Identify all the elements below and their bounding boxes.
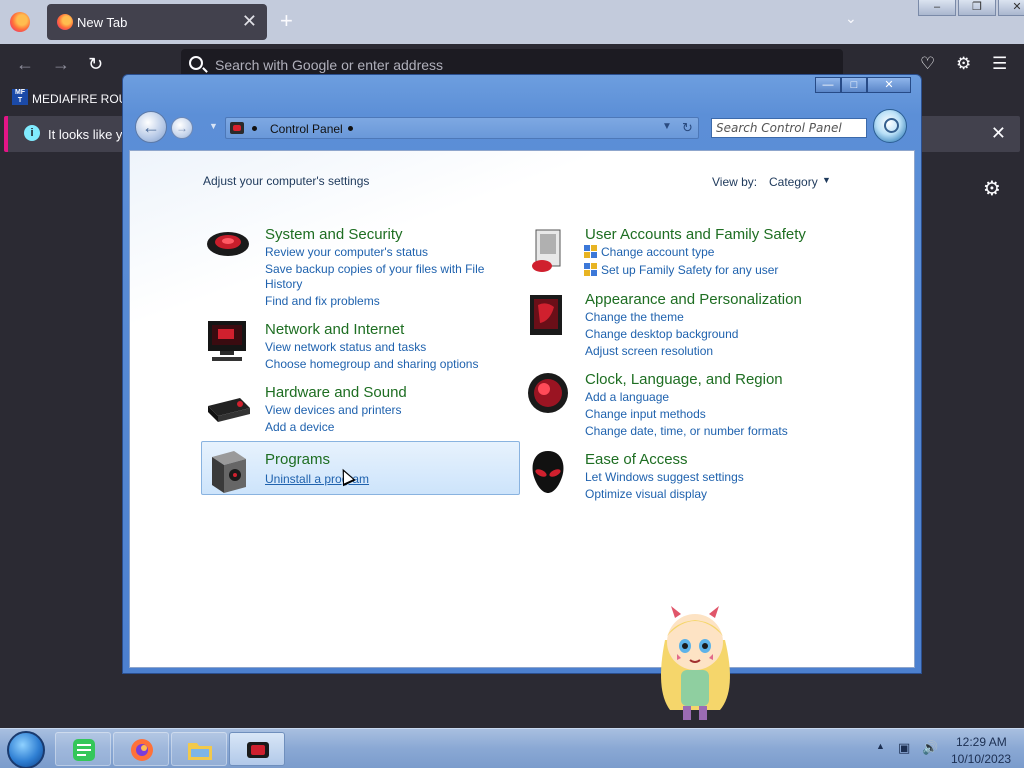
link-optimize-display[interactable]: Optimize visual display (585, 487, 707, 501)
system-security-icon (207, 232, 249, 256)
link-review-status[interactable]: Review your computer's status (265, 245, 428, 259)
category-title[interactable]: Appearance and Personalization (585, 291, 802, 308)
taskbar-firefox[interactable] (113, 732, 169, 766)
category-title[interactable]: Programs (265, 451, 330, 468)
menu-icon[interactable]: ☰ (992, 54, 1007, 74)
appearance-icon (530, 295, 562, 335)
cartoon-character-icon (661, 606, 730, 720)
folder-icon (188, 743, 212, 760)
notes-icon (73, 739, 95, 761)
taskbar-file-explorer[interactable] (171, 732, 227, 766)
search-icon (189, 56, 203, 70)
link-file-history[interactable]: History (265, 277, 302, 291)
user-accounts-icon (532, 229, 561, 272)
maximize-button[interactable]: □ (841, 77, 867, 93)
network-icon (208, 321, 246, 361)
window-controls: — □ ✕ (815, 77, 911, 93)
programs-icon (212, 451, 246, 493)
minimize-button[interactable]: — (815, 77, 841, 93)
reload-icon[interactable]: ↻ (88, 54, 103, 75)
link-windows-suggest[interactable]: Let Windows suggest settings (585, 470, 744, 484)
browser-tab-bar: New Tab ✕ + ⌄ – ❐ ✕ (0, 0, 1024, 44)
bookmark-mediafire[interactable]: MEDIAFIRE ROUL (32, 92, 134, 106)
link-save-backup[interactable]: Save backup copies of your files with Fi… (265, 262, 484, 276)
refresh-icon[interactable]: ↻ (682, 120, 693, 136)
category-title[interactable]: Hardware and Sound (265, 384, 407, 401)
url-placeholder: Search with Google or enter address (215, 57, 444, 73)
control-panel-content: Adjust your computer's settings View by:… (129, 150, 915, 668)
link-screen-resolution[interactable]: Adjust screen resolution (585, 344, 713, 358)
clock-date[interactable]: 10/10/2023 (951, 752, 1011, 766)
search-button[interactable] (873, 109, 907, 143)
info-icon: i (24, 125, 40, 141)
maximize-button[interactable]: ❐ (958, 0, 996, 16)
link-network-status[interactable]: View network status and tasks (265, 340, 426, 354)
address-bar[interactable]: Control Panel ▼ ↻ (225, 117, 699, 139)
back-arrow-icon[interactable]: ← (16, 54, 34, 75)
pocket-icon[interactable]: ♡ (920, 54, 935, 74)
taskbar-control-panel[interactable] (229, 732, 285, 766)
forward-arrow-icon[interactable]: → (52, 54, 70, 75)
link-find-fix[interactable]: Find and fix problems (265, 294, 380, 308)
extensions-icon[interactable]: ⚙ (956, 54, 971, 74)
tab-new-tab[interactable]: New Tab ✕ (47, 4, 267, 40)
settings-gear-icon[interactable]: ⚙ (983, 176, 1001, 201)
close-button[interactable]: ✕ (867, 77, 911, 93)
firefox-tab-icon (57, 14, 73, 30)
start-button[interactable] (7, 731, 45, 768)
category-title[interactable]: Network and Internet (265, 321, 404, 338)
link-change-account-type[interactable]: Change account type (601, 245, 714, 259)
control-panel-icon (230, 122, 244, 134)
search-input[interactable]: Search Control Panel (711, 118, 867, 138)
browser-window-controls: – ❐ ✕ (918, 0, 1024, 18)
hardware-icon (208, 398, 250, 422)
chevron-down-icon[interactable]: ▼ (822, 175, 831, 185)
page-heading: Adjust your computer's settings (203, 174, 370, 188)
link-family-safety[interactable]: Set up Family Safety for any user (601, 263, 778, 277)
link-date-time-formats[interactable]: Change date, time, or number formats (585, 424, 788, 438)
control-panel-window: — □ ✕ ← → ▼ Control Panel ▼ ↻ Search Con… (122, 74, 922, 674)
link-input-methods[interactable]: Change input methods (585, 407, 706, 421)
link-add-device[interactable]: Add a device (265, 420, 334, 434)
forward-button[interactable]: → (171, 117, 193, 139)
clock-globe-icon (528, 373, 568, 413)
link-add-language[interactable]: Add a language (585, 390, 669, 404)
breadcrumb-separator-icon[interactable] (252, 126, 257, 131)
clock-time[interactable]: 12:29 AM (956, 735, 1007, 749)
firefox-logo-icon (10, 12, 30, 32)
ease-of-access-icon (532, 451, 564, 493)
tab-title: New Tab (77, 15, 128, 30)
link-homegroup[interactable]: Choose homegroup and sharing options (265, 357, 478, 371)
minimize-button[interactable]: – (918, 0, 956, 16)
uac-shield-icon (584, 263, 598, 277)
view-by-label: View by: (712, 175, 758, 189)
volume-icon[interactable]: 🔊 (922, 740, 938, 756)
tab-close-button[interactable]: ✕ (242, 11, 257, 32)
close-button[interactable]: ✕ (998, 0, 1024, 16)
show-hidden-icons-icon[interactable]: ▲ (876, 741, 885, 751)
link-desktop-background[interactable]: Change desktop background (585, 327, 738, 341)
taskbar: ▲ ▣ 🔊 12:29 AM 10/10/2023 (0, 728, 1024, 768)
history-dropdown-icon[interactable]: ▼ (209, 121, 218, 131)
back-button[interactable]: ← (135, 111, 167, 143)
bookmark-favicon: MF T (12, 89, 28, 105)
category-title[interactable]: Ease of Access (585, 451, 688, 468)
taskbar-notes-app[interactable] (55, 732, 111, 766)
list-tabs-chevron-icon[interactable]: ⌄ (845, 10, 857, 27)
breadcrumb-separator-icon[interactable] (348, 126, 353, 131)
notification-close-button[interactable]: ✕ (991, 123, 1006, 144)
control-panel-icon (247, 742, 269, 758)
network-tray-icon[interactable]: ▣ (898, 740, 910, 756)
category-title[interactable]: System and Security (265, 226, 403, 243)
link-devices-printers[interactable]: View devices and printers (265, 403, 402, 417)
firefox-icon (131, 739, 153, 761)
new-tab-button[interactable]: + (280, 8, 293, 34)
address-dropdown-icon[interactable]: ▼ (662, 121, 672, 132)
uac-shield-icon (584, 245, 598, 259)
category-title[interactable]: Clock, Language, and Region (585, 371, 783, 388)
category-title[interactable]: User Accounts and Family Safety (585, 226, 806, 243)
view-by-dropdown[interactable]: Category (769, 175, 818, 189)
link-change-theme[interactable]: Change the theme (585, 310, 684, 324)
breadcrumb-control-panel[interactable]: Control Panel (270, 122, 343, 136)
